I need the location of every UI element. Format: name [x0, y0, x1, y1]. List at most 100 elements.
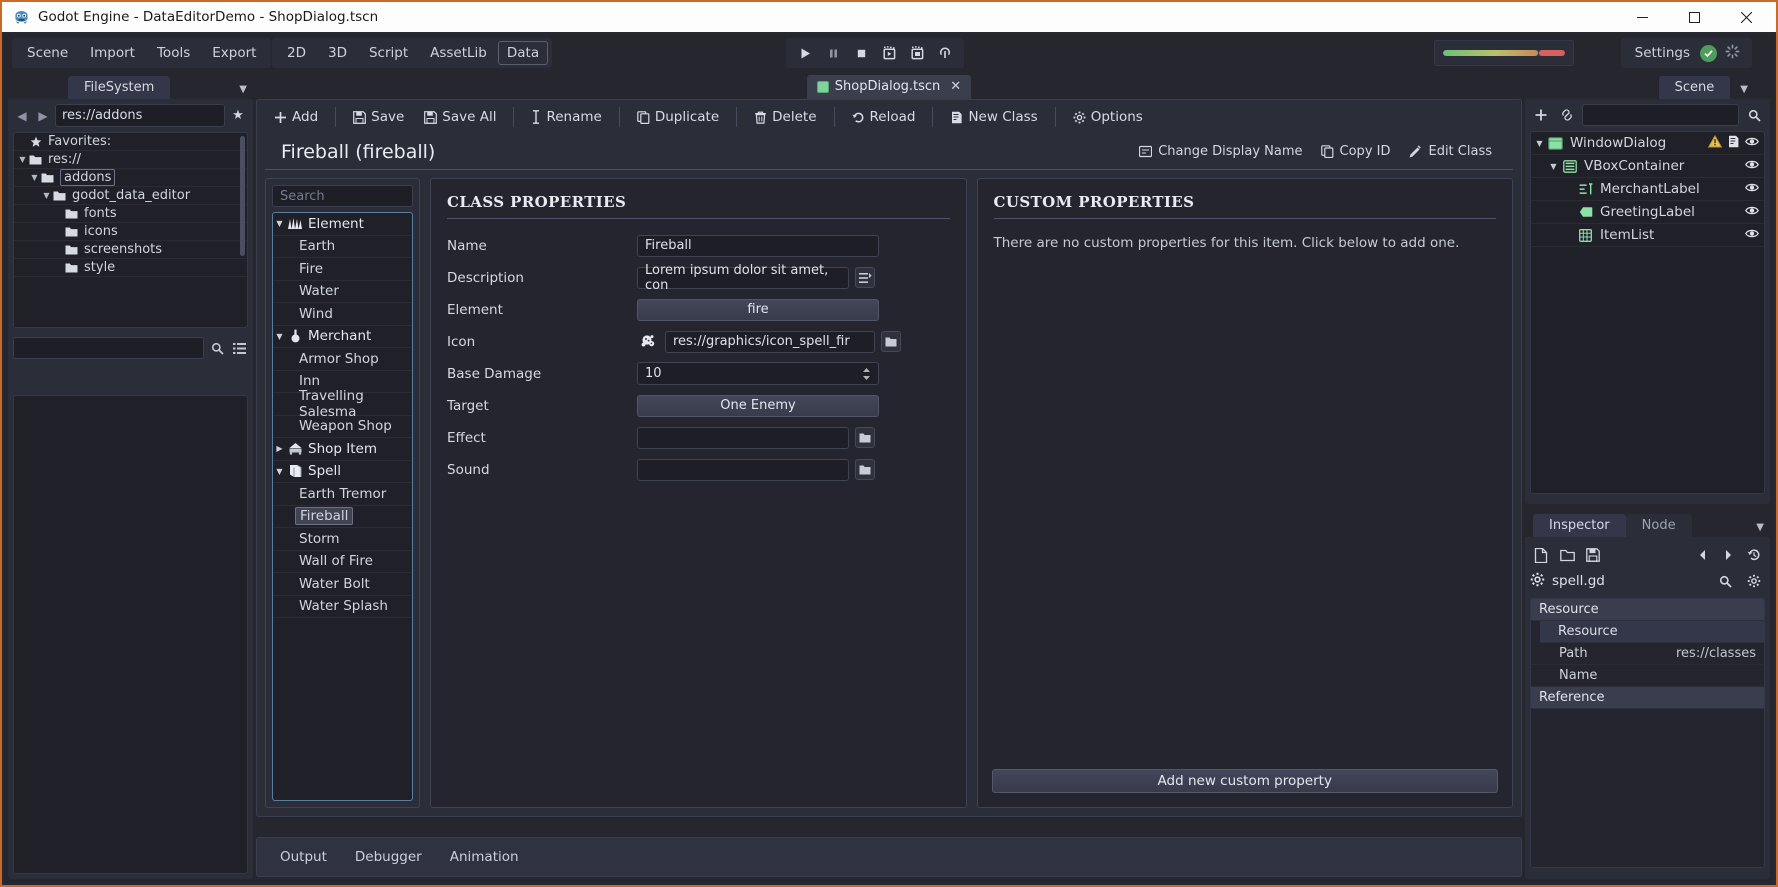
search-icon[interactable] [208, 338, 226, 358]
filesystem-search-input[interactable] [13, 337, 204, 359]
class-tree-item[interactable]: Wall of Fire [273, 551, 412, 573]
inspector-property-list[interactable]: Resource Resource Path res://classes Name Ref… [1530, 598, 1765, 868]
class-tree[interactable]: ▼ Element Earth Fire Water Wind ▼ Merchant Armor… [272, 212, 413, 801]
play-icon[interactable] [792, 41, 818, 65]
chevron-icon[interactable]: ▼ [1547, 162, 1560, 171]
element-option[interactable]: fire [637, 298, 879, 321]
class-tree-item[interactable]: Earth Tremor [273, 483, 412, 506]
base-damage-spinner[interactable]: 10 [637, 362, 879, 385]
scene-tree[interactable]: ▼ WindowDialog ▼ VBoxContainer MerchantLabel… [1530, 131, 1765, 494]
add-button[interactable]: Add [265, 104, 327, 130]
class-tree-item[interactable]: Storm [273, 528, 412, 551]
inspector-chevron-down-icon[interactable]: ▼ [1750, 518, 1770, 537]
class-tree-item[interactable]: Fireball [273, 506, 412, 528]
mode-assetlib[interactable]: AssetLib [419, 41, 498, 65]
maximize-button[interactable] [1668, 2, 1720, 32]
scene-tree-node[interactable]: ▼ VBoxContainer [1531, 155, 1764, 178]
chevron-icon[interactable]: ▼ [17, 155, 28, 164]
scene-tree-node[interactable]: ▼ WindowDialog [1531, 132, 1764, 155]
edit-class-button[interactable]: Edit Class [1399, 140, 1501, 163]
filesystem-tree-row[interactable]: style [14, 259, 247, 277]
change-display-name-button[interactable]: Change Display Name [1130, 140, 1311, 163]
filesystem-scrollbar[interactable] [240, 136, 245, 256]
duplicate-button[interactable]: Duplicate [628, 104, 728, 130]
rename-button[interactable]: Rename [522, 104, 610, 130]
close-icon[interactable]: ✕ [950, 79, 961, 94]
class-search-input[interactable]: Search [272, 185, 413, 207]
class-tree-item[interactable]: Water [273, 281, 412, 303]
filesystem-tree-row[interactable]: screenshots [14, 241, 247, 259]
inspector-subcategory[interactable]: Resource [1540, 621, 1764, 643]
save-button[interactable]: Save [344, 104, 413, 130]
class-tree-item[interactable]: Water Bolt [273, 573, 412, 596]
save-all-button[interactable]: Save All [415, 104, 505, 130]
filesystem-tree-row[interactable]: icons [14, 223, 247, 241]
add-custom-property-button[interactable]: Add new custom property [991, 769, 1498, 793]
mode-data[interactable]: Data [497, 41, 549, 65]
class-tree-group[interactable]: ▶ Shop Item [273, 438, 412, 461]
search-icon[interactable] [1714, 570, 1736, 592]
filesystem-tree-row[interactable]: fonts [14, 205, 247, 223]
history-prev-icon[interactable] [1691, 544, 1713, 566]
inspector-category[interactable]: Reference [1531, 687, 1764, 709]
pause-icon[interactable] [820, 41, 846, 65]
class-tree-group[interactable]: ▼ Spell [273, 461, 412, 483]
search-icon[interactable] [1743, 104, 1765, 126]
scene-tree-node[interactable]: ItemList [1531, 224, 1764, 247]
history-next-icon[interactable] [1717, 544, 1739, 566]
favorite-star-icon[interactable]: ★ [228, 108, 248, 123]
class-tree-item[interactable]: Water Splash [273, 596, 412, 618]
tab-inspector[interactable]: Inspector [1533, 514, 1626, 537]
new-class-button[interactable]: New Class [941, 104, 1046, 130]
remote-debug-icon[interactable] [932, 41, 958, 65]
tab-scene[interactable]: Scene [1658, 76, 1731, 99]
folder-icon[interactable] [881, 331, 901, 352]
script-icon[interactable] [1727, 135, 1740, 152]
visibility-eye-icon[interactable] [1745, 204, 1759, 220]
filesystem-tree-row[interactable]: ▼ godot_data_editor [14, 187, 247, 205]
bottom-tab-debugger[interactable]: Debugger [346, 844, 431, 870]
chevron-icon[interactable]: ▼ [1533, 139, 1546, 148]
visibility-eye-icon[interactable] [1745, 227, 1759, 243]
save-resource-icon[interactable] [1582, 544, 1604, 566]
target-option[interactable]: One Enemy [637, 394, 879, 417]
menu-import[interactable]: Import [79, 41, 146, 65]
expand-text-icon[interactable] [855, 267, 875, 288]
play-scene-icon[interactable] [876, 41, 902, 65]
class-tree-item[interactable]: Armor Shop [273, 348, 412, 371]
scene-tree-node[interactable]: MerchantLabel [1531, 178, 1764, 201]
inspector-options-gear-icon[interactable] [1743, 570, 1765, 592]
inspector-category[interactable]: Resource [1531, 599, 1764, 621]
nav-back-icon[interactable]: ◀ [13, 105, 31, 127]
effect-field[interactable] [637, 426, 849, 449]
visibility-eye-icon[interactable] [1745, 135, 1759, 151]
chevron-icon[interactable]: ▼ [273, 219, 286, 228]
chevron-icon[interactable]: ▼ [29, 173, 40, 182]
visibility-eye-icon[interactable] [1745, 158, 1759, 174]
chevron-icon[interactable]: ▼ [273, 332, 286, 341]
icon-field[interactable]: res://graphics/icon_spell_fir [665, 330, 875, 353]
class-tree-item[interactable]: Travelling Salesma [273, 388, 412, 420]
stop-icon[interactable] [848, 41, 874, 65]
delete-button[interactable]: Delete [745, 104, 825, 130]
visibility-eye-icon[interactable] [1745, 181, 1759, 197]
nav-forward-icon[interactable]: ▶ [34, 105, 52, 127]
play-custom-scene-icon[interactable] [904, 41, 930, 65]
copy-id-button[interactable]: Copy ID [1312, 140, 1400, 163]
scene-tab-shopdialog[interactable]: ShopDialog.tscn ✕ [806, 75, 972, 99]
inspector-property-row[interactable]: Name [1531, 665, 1764, 687]
mode-script[interactable]: Script [358, 41, 419, 65]
open-resource-icon[interactable] [1556, 544, 1578, 566]
minimize-button[interactable] [1616, 2, 1668, 32]
scene-filter-input[interactable] [1582, 104, 1739, 126]
inspector-property-row[interactable]: Path res://classes [1531, 643, 1764, 665]
list-view-icon[interactable] [230, 338, 248, 358]
filesystem-file-list[interactable] [13, 395, 248, 874]
scene-dock-chevron-down-icon[interactable]: ▼ [1734, 80, 1754, 99]
filesystem-tree-row[interactable]: ▼ res:// [14, 151, 247, 169]
history-icon[interactable] [1743, 544, 1765, 566]
add-node-icon[interactable] [1530, 104, 1552, 126]
tab-node[interactable]: Node [1625, 514, 1692, 537]
class-tree-group[interactable]: ▼ Merchant [273, 326, 412, 348]
filesystem-path-field[interactable]: res://addons [55, 104, 225, 127]
